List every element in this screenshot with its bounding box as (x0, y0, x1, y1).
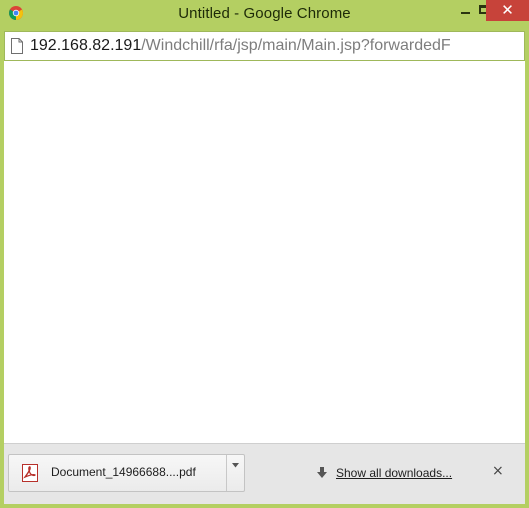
browser-window: Untitled - Google Chrome ✕ 192.168.82.19… (0, 0, 529, 508)
close-button[interactable]: ✕ (486, 0, 529, 21)
title-bar[interactable]: Untitled - Google Chrome ✕ (0, 0, 529, 30)
close-icon: ✕ (501, 1, 514, 19)
download-item-open[interactable]: Document_14966688....pdf (9, 455, 227, 491)
download-menu-button[interactable] (227, 455, 244, 491)
url-path: /Windchill/rfa/jsp/main/Main.jsp?forward… (141, 37, 451, 54)
minimize-icon (460, 12, 470, 14)
download-filename: Document_14966688....pdf (51, 465, 196, 479)
close-download-shelf-icon[interactable]: × (492, 464, 504, 478)
dropdown-arrow-icon (232, 463, 239, 468)
download-arrow-icon (317, 467, 327, 478)
address-bar[interactable]: 192.168.82.191/Windchill/rfa/jsp/main/Ma… (4, 31, 525, 61)
window-title: Untitled - Google Chrome (178, 5, 351, 22)
show-all-downloads-link[interactable]: Show all downloads... (336, 466, 452, 480)
show-all-downloads[interactable]: Show all downloads... (317, 466, 452, 480)
page-icon (11, 38, 23, 54)
download-item[interactable]: Document_14966688....pdf (8, 454, 245, 492)
page-content[interactable] (4, 61, 525, 443)
minimize-button[interactable] (452, 0, 478, 21)
url-text[interactable]: 192.168.82.191/Windchill/rfa/jsp/main/Ma… (30, 37, 451, 55)
download-shelf: Document_14966688....pdf Show all downlo… (4, 443, 525, 504)
url-host: 192.168.82.191 (30, 37, 142, 54)
pdf-icon (22, 464, 38, 482)
